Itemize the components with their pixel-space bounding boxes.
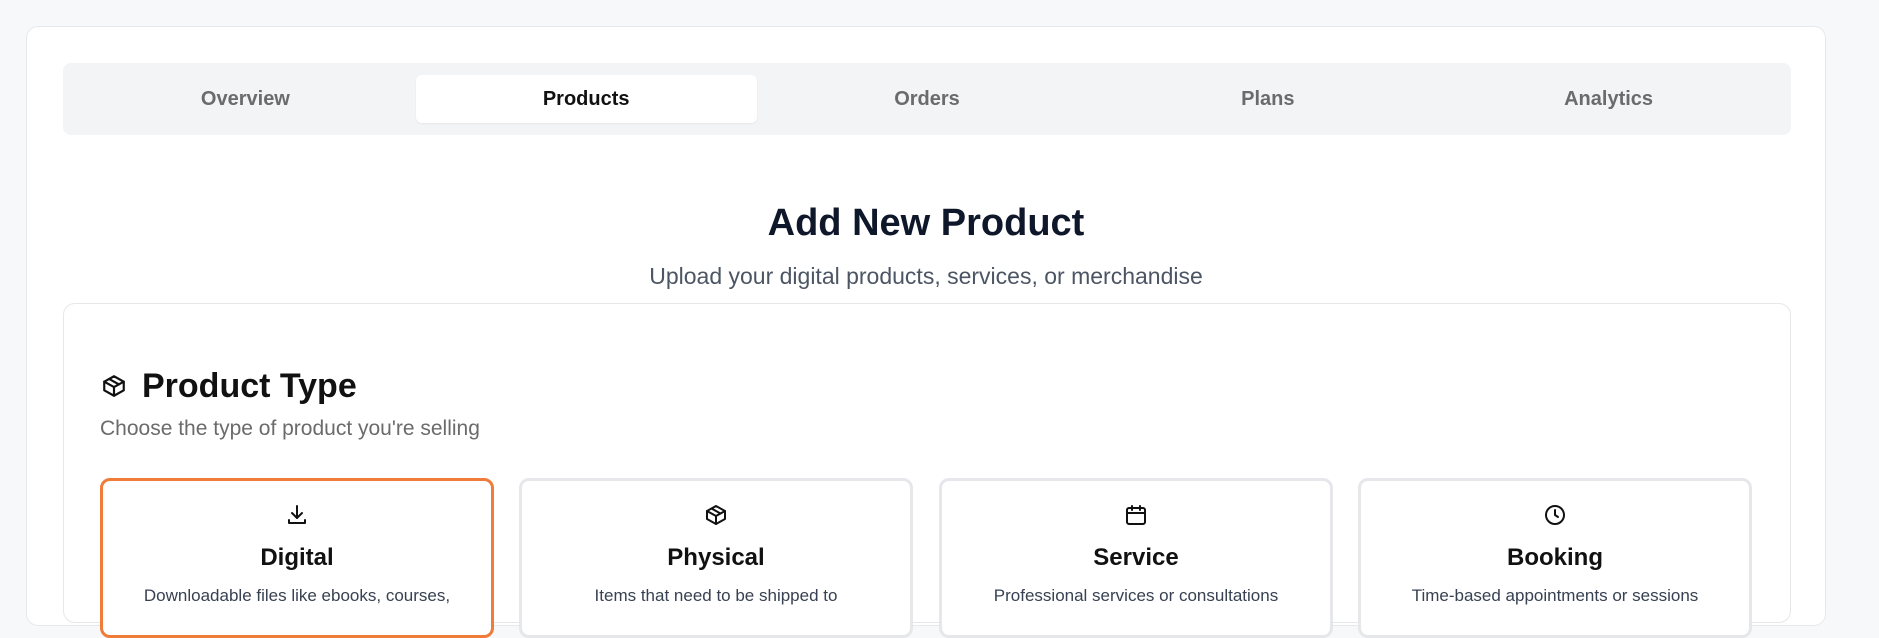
main-panel: Overview Products Orders Plans Analytics…	[26, 26, 1826, 638]
box-icon	[522, 503, 910, 529]
option-title: Physical	[667, 544, 765, 571]
download-icon	[103, 503, 491, 529]
tab-plans[interactable]: Plans	[1097, 75, 1438, 123]
clock-icon	[1361, 503, 1749, 529]
tab-overview[interactable]: Overview	[75, 75, 416, 123]
option-title: Booking	[1507, 544, 1603, 571]
option-digital[interactable]: Digital Downloadable files like ebooks, …	[100, 478, 494, 638]
product-type-card: Product Type Choose the type of product …	[63, 303, 1791, 638]
calendar-icon	[942, 503, 1330, 529]
option-physical[interactable]: Physical Items that need to be shipped t…	[519, 478, 913, 638]
product-type-subtitle: Choose the type of product you're sellin…	[100, 417, 480, 440]
option-title: Service	[1093, 544, 1179, 571]
option-booking[interactable]: Booking Time-based appointments or sessi…	[1358, 478, 1752, 638]
tab-analytics[interactable]: Analytics	[1438, 75, 1779, 123]
page-title: Add New Product	[767, 202, 1085, 244]
tab-orders[interactable]: Orders	[757, 75, 1098, 123]
page-subtitle: Upload your digital products, services, …	[649, 263, 1203, 289]
option-description: Downloadable files like ebooks, courses,	[143, 586, 451, 605]
option-service[interactable]: Service Professional services or consult…	[939, 478, 1333, 638]
option-description: Time-based appointments or sessions	[1411, 586, 1699, 605]
option-description: Professional services or consultations	[993, 586, 1279, 605]
product-type-header: Product Type	[100, 366, 357, 406]
tab-products[interactable]: Products	[415, 75, 757, 123]
option-description: Items that need to be shipped to	[594, 586, 838, 605]
tab-bar: Overview Products Orders Plans Analytics	[63, 63, 1791, 135]
product-type-title: Product Type	[142, 367, 357, 405]
option-title: Digital	[260, 544, 334, 571]
box-icon	[100, 372, 128, 400]
